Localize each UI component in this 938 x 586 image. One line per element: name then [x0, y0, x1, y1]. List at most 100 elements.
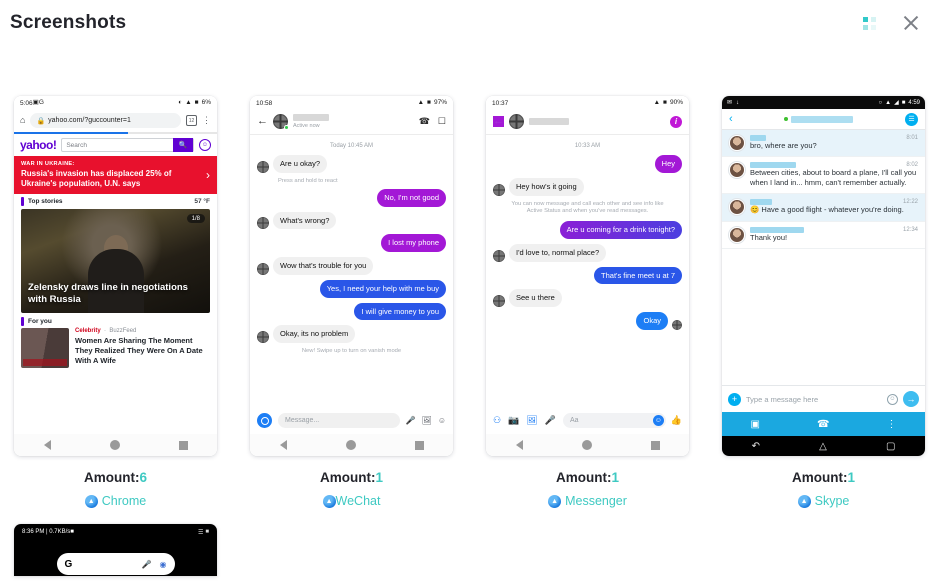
plus-icon[interactable]: + [728, 392, 741, 406]
message-text: bro, where are you? [750, 141, 817, 150]
story-list-item[interactable]: Celebrity · BuzzFeed Women Are Sharing T… [14, 328, 217, 368]
hero-article-image[interactable]: 1/8 Zelensky draws line in negotiations … [21, 209, 210, 313]
phone-call-icon[interactable]: ☎ [419, 116, 430, 127]
url-bar[interactable]: 🔒 yahoo.com/?guccounter=1 [30, 113, 181, 128]
info-icon[interactable]: i [670, 115, 682, 128]
nav-recents-icon[interactable] [650, 440, 660, 450]
google-lens-icon[interactable]: ◉ [160, 560, 167, 569]
google-search-widget[interactable]: G 🎤 ◉ [56, 553, 175, 575]
screenshot-cell-messenger[interactable]: 10:37 ▲ ■ 90% ← i 10:33 AM Hey Hey how's… [486, 96, 689, 508]
nav-recents-icon[interactable] [414, 440, 424, 450]
message-time: 12:22 [902, 199, 918, 206]
emoji-icon[interactable]: ☺ [652, 415, 664, 426]
chat-icon[interactable]: ☰ [905, 112, 918, 126]
nav-recents-icon[interactable]: ▢ [886, 441, 895, 452]
message-input[interactable]: Aa [562, 413, 666, 428]
app-icon: ▲ [84, 494, 98, 508]
screenshot-thumbnail-chrome[interactable]: 5:06 ▣ G ◐ ▲ ■ 6% ⌂ 🔒 yahoo.com/?guccoun… [14, 96, 217, 456]
message-bubble[interactable]: See u there [509, 289, 562, 308]
contact-name-redacted [791, 115, 854, 123]
message-input[interactable]: Message... [278, 413, 400, 428]
microphone-icon[interactable]: 🎤 [406, 416, 416, 425]
microphone-icon[interactable]: 🎤 [142, 560, 152, 569]
nav-home-icon[interactable] [345, 440, 356, 450]
back-arrow-icon[interactable]: ← [493, 116, 504, 127]
search-input[interactable]: Search 🔍 [61, 138, 194, 152]
avatar[interactable] [273, 114, 289, 130]
nav-back-icon[interactable] [43, 440, 51, 450]
send-arrow-icon[interactable]: → [903, 391, 919, 407]
kebab-menu-icon[interactable]: ⋮ [202, 116, 211, 125]
message-bubble[interactable]: I'd love to, normal place? [509, 243, 607, 262]
screenshot-thumbnail-skype[interactable]: ✉ ↓ ○ ▲ ◢ ■ 4:59 ‹ ☰ 8:01 bro, where are… [722, 96, 925, 456]
screenshot-cell-wechat[interactable]: 10:58 ▲ ■ 97% ← Active now ☎ ☐ Today 10:… [250, 96, 453, 508]
back-arrow-icon[interactable]: ‹ [729, 113, 733, 125]
nav-back-icon[interactable] [279, 440, 287, 450]
account-icon[interactable]: ☺ [199, 139, 211, 151]
message-bubble[interactable]: Are u coming for a drink tonight? [559, 221, 682, 239]
app-line[interactable]: ▲ Chrome [14, 494, 217, 508]
battery-icon: ■ [205, 529, 209, 535]
battery-level: 90% [669, 98, 683, 106]
message-bubble[interactable]: Okay, its no problem [273, 325, 356, 343]
avatar[interactable] [509, 114, 524, 129]
phone-call-icon[interactable]: ☎ [817, 419, 829, 430]
nav-home-icon[interactable] [581, 440, 592, 450]
nav-back-icon[interactable]: ↶ [752, 441, 760, 452]
message-row[interactable]: 12:34 Thank you! [722, 222, 925, 249]
call-action-bar: ▣ ☎ ⋮ [722, 412, 925, 436]
message-row[interactable]: 12:22 😊 Have a good flight - whatever yo… [722, 194, 925, 222]
message-bubble[interactable]: Hey [654, 155, 682, 173]
nav-home-icon[interactable]: △ [819, 441, 827, 452]
message-input[interactable]: Type a message here [746, 395, 882, 404]
nav-back-icon[interactable] [515, 440, 523, 450]
messenger-toolbar: ⚇ 📷 🖼 🎤 Aa ☺ 👍 [486, 408, 689, 434]
screenshot-thumbnail-wechat[interactable]: 10:58 ▲ ■ 97% ← Active now ☎ ☐ Today 10:… [250, 96, 453, 456]
message-row[interactable]: 8:02 Between cities, about to board a pl… [722, 157, 925, 195]
screenshot-cell-chrome[interactable]: 5:06 ▣ G ◐ ▲ ■ 6% ⌂ 🔒 yahoo.com/?guccoun… [14, 96, 217, 508]
video-call-icon[interactable]: ☐ [438, 116, 446, 127]
thumbs-up-icon[interactable]: 👍 [671, 416, 682, 425]
message-bubble[interactable]: No, I'm not good [377, 188, 446, 207]
grid-view-icon[interactable] [863, 16, 876, 30]
app-line[interactable]: ▲ Skype [722, 494, 925, 508]
search-icon[interactable]: 🔍 [173, 138, 193, 152]
message-bubble[interactable]: Are u okay? [273, 155, 328, 173]
screenshot-thumbnail-partial[interactable]: 8:36 PM | 0.7KB/s ■ ☰ ■ G 🎤 ◉ [14, 524, 217, 576]
gallery-icon[interactable]: 🖼 [422, 416, 432, 425]
camera-icon[interactable]: 📷 [508, 416, 519, 425]
breaking-news-banner[interactable]: WAR IN UKRAINE: Russia's invasion has di… [14, 156, 217, 194]
kebab-menu-icon[interactable]: ⋮ [886, 419, 896, 430]
presence-label: Active now [293, 123, 320, 129]
app-line[interactable]: ▲ Messenger [486, 494, 689, 508]
message-bubble[interactable]: I lost my phone [381, 234, 446, 252]
message-bubble[interactable]: That's fine meet u at 7 [594, 266, 682, 285]
gallery-icon[interactable]: 🖼 [526, 416, 537, 425]
message-bubble[interactable]: What's wrong? [273, 211, 337, 230]
back-arrow-icon[interactable]: ← [257, 116, 268, 127]
microphone-icon[interactable]: 🎤 [545, 416, 556, 425]
apps-grid-icon[interactable]: ⚇ [493, 416, 501, 425]
home-icon[interactable]: ⌂ [20, 116, 25, 125]
emoji-icon[interactable]: ☺ [887, 393, 898, 405]
banner-headline: Russia's invasion has displaced 25% of U… [21, 169, 172, 188]
sticker-icon[interactable]: ☺ [438, 416, 446, 425]
message-bubble[interactable]: I will give money to you [354, 302, 446, 321]
screenshot-cell-partial[interactable]: 8:36 PM | 0.7KB/s ■ ☰ ■ G 🎤 ◉ [14, 524, 217, 576]
app-line[interactable]: ▲ WeChat [250, 494, 453, 508]
message-bubble[interactable]: Hey how's it going [509, 177, 584, 196]
close-icon[interactable] [902, 14, 920, 32]
chevron-right-icon[interactable]: › [200, 168, 210, 182]
tab-count-button[interactable]: 12 [186, 115, 197, 126]
message-row[interactable]: 8:01 bro, where are you? [722, 130, 925, 158]
nav-home-icon[interactable] [109, 440, 120, 450]
nav-recents-icon[interactable] [178, 440, 188, 450]
screenshot-thumbnail-messenger[interactable]: 10:37 ▲ ■ 90% ← i 10:33 AM Hey Hey how's… [486, 96, 689, 456]
camera-icon[interactable] [257, 413, 272, 428]
message-bubble[interactable]: Okay [636, 312, 668, 330]
message-bubble[interactable]: Yes, I need your help with me buy [319, 279, 446, 298]
message-bubble[interactable]: Wow that's trouble for you [273, 257, 374, 275]
card-caption: Amount:1 ▲ WeChat [250, 470, 453, 508]
video-call-icon[interactable]: ▣ [751, 419, 760, 430]
screenshot-cell-skype[interactable]: ✉ ↓ ○ ▲ ◢ ■ 4:59 ‹ ☰ 8:01 bro, where are… [722, 96, 925, 508]
